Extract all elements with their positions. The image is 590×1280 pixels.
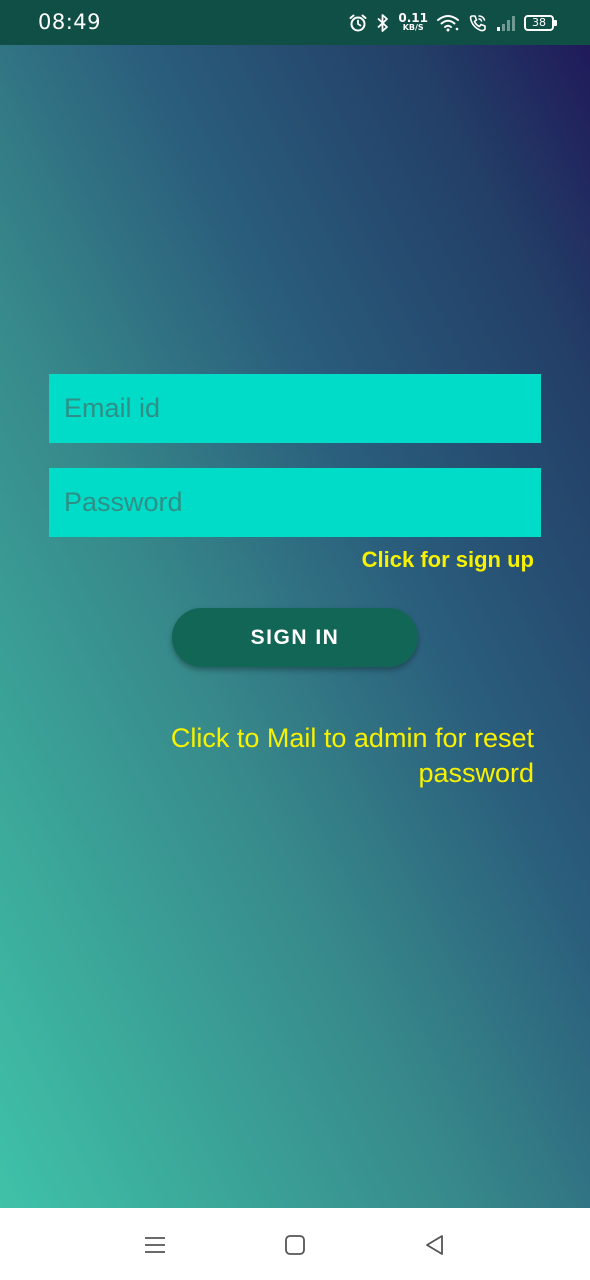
status-bar: 08:49 0.11 KB/S 38 bbox=[0, 0, 590, 45]
email-field[interactable] bbox=[49, 374, 541, 443]
status-icons: 0.11 KB/S 38 bbox=[348, 9, 557, 37]
battery-level: 38 bbox=[532, 16, 546, 29]
battery-icon: 38 bbox=[524, 15, 557, 31]
signal-icon bbox=[497, 16, 515, 31]
login-screen: Click for sign up SIGN IN Click to Mail … bbox=[0, 45, 590, 1208]
wifi-call-icon bbox=[469, 15, 486, 32]
net-speed-unit: KB/S bbox=[402, 23, 424, 32]
status-time: 08:49 bbox=[38, 10, 102, 34]
wifi-icon bbox=[437, 15, 459, 32]
back-icon[interactable] bbox=[420, 1230, 450, 1260]
sign-in-button[interactable]: SIGN IN bbox=[172, 608, 418, 667]
bluetooth-icon bbox=[377, 14, 389, 32]
net-speed-value: 0.11 bbox=[398, 11, 428, 25]
net-speed: 0.11 KB/S bbox=[398, 11, 428, 33]
navigation-bar bbox=[0, 1208, 590, 1280]
reset-password-link[interactable]: Click to Mail to admin for reset passwor… bbox=[114, 721, 534, 791]
menu-icon[interactable] bbox=[140, 1230, 170, 1260]
password-field[interactable] bbox=[49, 468, 541, 537]
alarm-icon bbox=[349, 14, 367, 32]
signup-link[interactable]: Click for sign up bbox=[362, 547, 534, 573]
home-icon[interactable] bbox=[280, 1230, 310, 1260]
